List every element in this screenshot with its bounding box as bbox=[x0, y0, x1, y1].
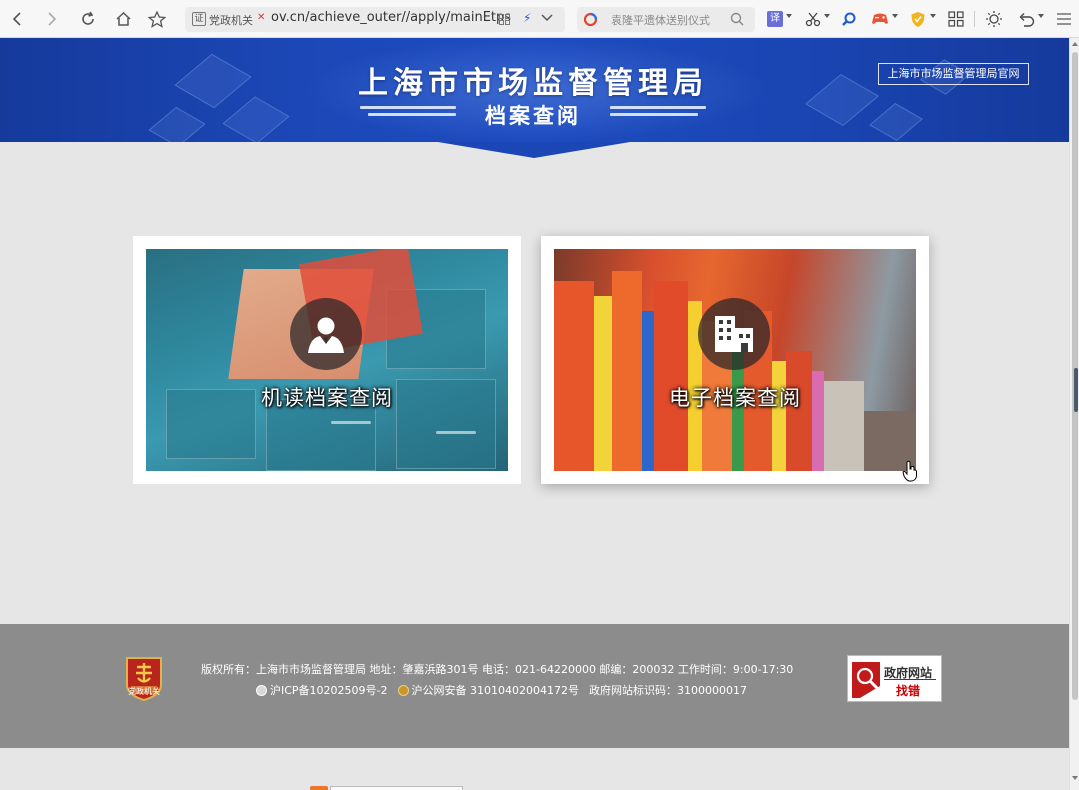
game-extension-button[interactable] bbox=[871, 10, 889, 28]
decor-cube bbox=[222, 96, 290, 142]
find-button[interactable] bbox=[840, 10, 858, 28]
translate-icon: 译 bbox=[767, 11, 783, 27]
apps-button[interactable] bbox=[947, 10, 965, 28]
bookmark-button[interactable] bbox=[145, 7, 169, 31]
toolbar-divider bbox=[974, 11, 975, 27]
card-title: 机读档案查阅 bbox=[261, 386, 393, 410]
gov-site-error-report-badge[interactable]: 政府网站 找错 bbox=[847, 655, 942, 702]
gamepad-icon bbox=[872, 13, 888, 24]
bottom-popup-tab[interactable] bbox=[330, 786, 463, 790]
file-cabinet-image: 机读档案查阅 bbox=[146, 249, 508, 471]
translate-extension-button[interactable]: 译 bbox=[766, 10, 784, 28]
card-machine-readable-archive[interactable]: 机读档案查阅 bbox=[133, 236, 521, 484]
scissors-icon bbox=[805, 12, 821, 27]
police-badge-icon bbox=[397, 684, 409, 696]
folder-stripe bbox=[654, 281, 688, 471]
folder-stripe bbox=[612, 271, 642, 471]
browser-toolbar: 证 党政机关 ✕ ov.cn/achieve_outer//apply/main… bbox=[0, 0, 1079, 38]
grid-icon bbox=[948, 11, 964, 27]
user-icon bbox=[308, 317, 344, 353]
scroll-position-marker bbox=[1074, 368, 1078, 412]
drawer-handle bbox=[436, 431, 476, 434]
undo-icon bbox=[1019, 12, 1034, 27]
title-decor-lines bbox=[610, 105, 706, 121]
footer-copyright-text: 版权所有：上海市市场监督管理局 地址：肇嘉浜路301号 电话：021-64220… bbox=[201, 663, 794, 676]
brightness-button[interactable] bbox=[985, 10, 1003, 28]
site-security-icon: 证 bbox=[192, 12, 206, 26]
bottom-orange-indicator bbox=[310, 786, 328, 790]
card-title: 电子档案查阅 bbox=[669, 386, 801, 410]
decor-cube bbox=[869, 103, 923, 141]
page-title: 上海市市场监督管理局 bbox=[358, 66, 708, 101]
gov-badge-subtitle: 找错 bbox=[896, 684, 921, 698]
magnifier-report-icon bbox=[852, 662, 880, 698]
drawer-handle bbox=[331, 421, 371, 424]
back-button[interactable] bbox=[5, 7, 29, 31]
decor-cube bbox=[148, 106, 206, 142]
search-icon[interactable] bbox=[730, 12, 744, 26]
card-electronic-archive[interactable]: 电子档案查阅 bbox=[541, 236, 929, 484]
star-icon bbox=[148, 10, 166, 28]
title-decor-lines bbox=[360, 105, 456, 121]
gov-badge-divider bbox=[884, 679, 936, 680]
search-bar[interactable]: 袁隆平遗体送别仪式 bbox=[577, 7, 755, 32]
undo-menu-arrow-icon[interactable] bbox=[1038, 14, 1044, 18]
footer: 党政机关 版权所有：上海市市场监督管理局 地址：肇嘉浜路301号 电话：021-… bbox=[0, 624, 1069, 748]
site-label: 党政机关 bbox=[209, 14, 253, 27]
address-bar[interactable]: 证 党政机关 ✕ ov.cn/achieve_outer//apply/main… bbox=[185, 7, 565, 32]
decor-cube bbox=[805, 73, 879, 127]
page-subtitle: 档案查阅 bbox=[485, 104, 581, 128]
header-banner: 上海市市场监督管理局 档案查阅 上海市市场监督管理局官网 bbox=[0, 38, 1069, 142]
icp-link[interactable]: 沪ICP备10202509号-2 bbox=[270, 682, 388, 698]
back-arrow-icon bbox=[12, 12, 21, 26]
shield-icon bbox=[911, 11, 925, 27]
qr-code-icon[interactable] bbox=[499, 14, 510, 25]
building-icon bbox=[715, 316, 753, 352]
undo-button[interactable] bbox=[1017, 10, 1035, 28]
security-menu-arrow-icon[interactable] bbox=[930, 14, 936, 18]
icp-icon bbox=[256, 684, 267, 696]
home-button[interactable] bbox=[111, 7, 135, 31]
forward-arrow-icon bbox=[48, 12, 57, 26]
footer-copyright: 版权所有：上海市市场监督管理局 地址：肇嘉浜路301号 电话：021-64220… bbox=[201, 661, 793, 677]
reload-icon bbox=[82, 11, 94, 25]
translate-menu-arrow-icon[interactable] bbox=[786, 14, 792, 18]
emblem-text: 党政机关 bbox=[128, 687, 160, 696]
magnifier-icon bbox=[842, 12, 856, 26]
hand-cursor-icon bbox=[902, 460, 917, 482]
game-menu-arrow-icon[interactable] bbox=[892, 14, 898, 18]
scroll-up-arrow-icon[interactable] bbox=[1072, 42, 1078, 46]
sun-icon bbox=[986, 11, 1002, 27]
forward-button[interactable] bbox=[40, 7, 64, 31]
screenshot-button[interactable] bbox=[804, 10, 822, 28]
url-text[interactable]: ov.cn/achieve_outer//apply/mainEtps bbox=[271, 10, 511, 25]
decor-cube bbox=[174, 53, 252, 109]
cert-warning-icon: ✕ bbox=[257, 12, 266, 23]
card-icon-circle bbox=[290, 298, 362, 370]
scroll-down-arrow-icon[interactable] bbox=[1072, 776, 1078, 780]
police-record-link[interactable]: 沪公网安备 31010402004172号 bbox=[412, 682, 579, 698]
menu-button[interactable] bbox=[1055, 10, 1073, 28]
official-site-link[interactable]: 上海市市场监督管理局官网 bbox=[878, 63, 1029, 85]
chevron-down-icon[interactable] bbox=[541, 13, 553, 23]
search-input[interactable]: 袁隆平遗体送别仪式 bbox=[611, 12, 710, 28]
file-folders-image: 电子档案查阅 bbox=[554, 249, 916, 471]
folder-stripe bbox=[554, 281, 594, 471]
card-icon-circle bbox=[698, 298, 770, 370]
hamburger-menu-icon bbox=[1057, 13, 1071, 25]
folder-stripe bbox=[772, 361, 786, 471]
reload-button[interactable] bbox=[76, 7, 100, 31]
search-engine-logo-icon bbox=[583, 12, 598, 27]
home-icon bbox=[115, 11, 131, 26]
security-extension-button[interactable] bbox=[909, 10, 927, 28]
site-code-text: 政府网站标识码：3100000017 bbox=[589, 684, 747, 697]
footer-registrations: 沪ICP备10202509号-2 沪公网安备 31010402004172号 政… bbox=[256, 682, 747, 698]
banner-notch bbox=[438, 142, 630, 158]
screenshot-menu-arrow-icon[interactable] bbox=[824, 14, 830, 18]
lightning-icon[interactable]: ⚡ bbox=[523, 11, 531, 25]
page-scrollbar[interactable] bbox=[1069, 38, 1079, 790]
